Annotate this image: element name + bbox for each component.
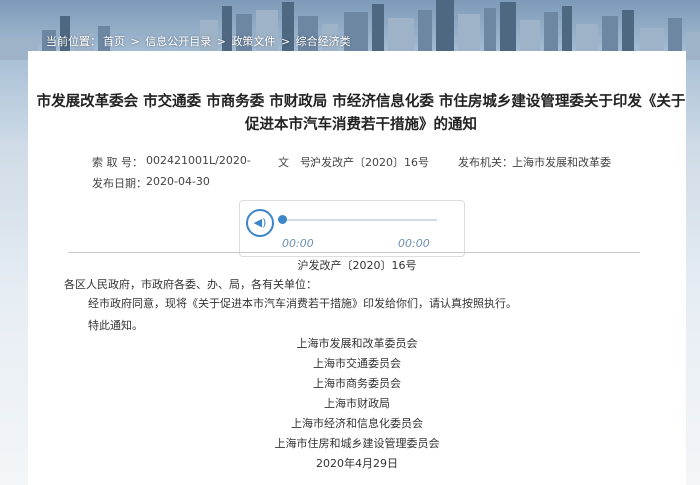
breadcrumb: 当前位置： 首页 > 信息公开目录 > 政策文件 > 综合经济类: [46, 33, 353, 49]
audio-progress-handle[interactable]: [278, 215, 287, 224]
audio-player: ◀) 00:00 00:00: [239, 200, 465, 257]
publish-date-value: 2020-04-30: [146, 175, 210, 188]
recipients: 各区人民政府，市政府各委、办、局，各有关单位：: [64, 278, 317, 291]
body-paragraph: 经市政府同意，现将《关于促进本市汽车消费若干措施》印发给你们，请认真按照执行。: [88, 297, 517, 310]
signatory: 上海市商务委员会: [313, 377, 401, 390]
doc-number-value: 沪发改产〔2020〕16号: [310, 156, 429, 169]
breadcrumb-economic-category[interactable]: 综合经济类: [296, 35, 351, 48]
document-number: 沪发改产〔2020〕16号: [297, 259, 417, 272]
audio-play-icon[interactable]: ◀): [246, 209, 274, 237]
issuer-value: 上海市发展和改革委: [512, 156, 611, 169]
index-label: 索 取 号：: [92, 156, 143, 169]
issuer-label: 发布机关：: [458, 156, 513, 169]
audio-duration: 00:00: [398, 237, 430, 250]
closing-text: 特此通知。: [88, 319, 143, 332]
signatory: 上海市住房和城乡建设管理委员会: [274, 437, 440, 450]
audio-current-time: 00:00: [282, 237, 314, 250]
breadcrumb-info-directory[interactable]: 信息公开目录: [145, 35, 211, 48]
divider: [68, 252, 640, 253]
breadcrumb-policy-documents[interactable]: 政策文件: [231, 35, 275, 48]
breadcrumb-separator: >: [216, 35, 226, 48]
audio-progress-track[interactable]: [282, 219, 437, 221]
breadcrumb-separator: >: [130, 35, 140, 48]
breadcrumb-prefix: 当前位置：: [46, 35, 101, 48]
signatory: 上海市财政局: [324, 397, 390, 410]
signatory: 上海市经济和信息化委员会: [291, 417, 423, 430]
signatory: 上海市交通委员会: [313, 357, 401, 370]
index-value: 002421001L/2020-: [146, 154, 251, 167]
document-panel: 市发展改革委会 市交通委 市商务委 市财政局 市经济信息化委 市住房城乡建设管理…: [28, 51, 686, 485]
publish-date-label: 发布日期：: [92, 177, 147, 190]
breadcrumb-separator: >: [280, 35, 291, 48]
sign-date: 2020年4月29日: [316, 457, 398, 470]
breadcrumb-home[interactable]: 首页: [103, 35, 125, 48]
document-title: 市发展改革委会 市交通委 市商务委 市财政局 市经济信息化委 市住房城乡建设管理…: [36, 94, 686, 133]
signatory: 上海市发展和改革委员会: [296, 337, 418, 350]
